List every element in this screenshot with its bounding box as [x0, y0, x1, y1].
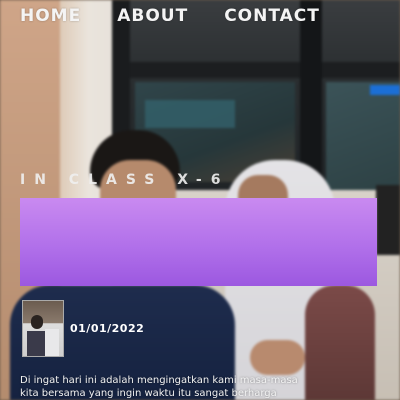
page: HOME ABOUT CONTACT IN CLASS X-6 01/01/20… — [0, 0, 400, 400]
nav-home-link[interactable]: HOME — [20, 6, 81, 26]
class-label: IN CLASS X-6 — [20, 172, 230, 188]
post-thumbnail[interactable] — [22, 300, 64, 357]
post-description-line-2: kita bersama yang ingin waktu itu sangat… — [20, 388, 277, 399]
nav-about-link[interactable]: ABOUT — [117, 6, 188, 26]
nav-contact-link[interactable]: CONTACT — [224, 6, 320, 26]
post-description-line-1: Di ingat hari ini adalah mengingatkan ka… — [20, 375, 298, 386]
top-nav: HOME ABOUT CONTACT — [20, 6, 320, 26]
purple-banner — [20, 198, 377, 286]
post-description: Di ingat hari ini adalah mengingatkan ka… — [20, 374, 380, 400]
post-date: 01/01/2022 — [70, 322, 145, 335]
